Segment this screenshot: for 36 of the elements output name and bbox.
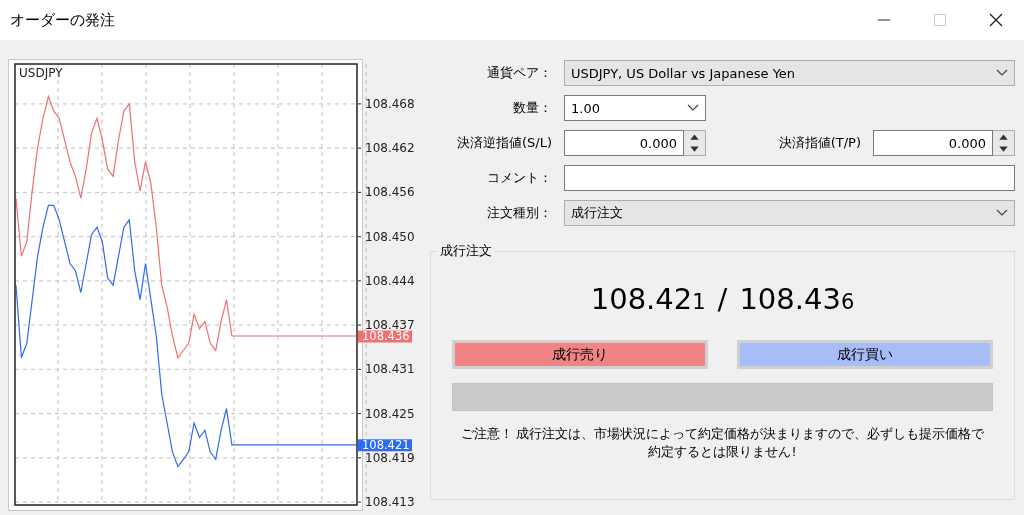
close-icon[interactable] (988, 12, 1004, 28)
number-field[interactable]: 0.000 (564, 130, 684, 156)
price-separator: / (717, 282, 728, 316)
chart-title: USDJPY (19, 66, 63, 80)
axis-tick-label: 108.431 (365, 362, 415, 377)
axis-tick-label: 108.456 (365, 185, 415, 200)
comment-field[interactable] (564, 165, 1015, 191)
field-label: コメント： (486, 169, 553, 187)
axis-tick-label: 108.468 (365, 96, 415, 111)
field-label: 決済指値(T/P) (777, 134, 862, 152)
price-tag-label: 108.436 (362, 329, 410, 343)
chevron-down-icon (996, 209, 1008, 217)
warning-text: ご注意！ 成行注文は、市場状況によって約定価格が決まりますので、必ずしも提示価格で約定するとは限りません! (459, 425, 986, 461)
axis-tick-label: 108.444 (365, 273, 415, 288)
window-title: オーダーの発注 (9, 10, 116, 30)
group-title: 成行注文 (439, 242, 493, 260)
axis-tick-label: 108.462 (365, 141, 415, 156)
chevron-down-icon (996, 69, 1008, 77)
dropdown-field[interactable]: 1.00 (564, 95, 706, 121)
field-label: 数量： (512, 99, 553, 117)
ask-price: 108.436 (739, 282, 855, 316)
field-label: 注文種別： (486, 204, 553, 222)
buy-button[interactable]: 成行買い (737, 340, 993, 369)
sell-button[interactable]: 成行売り (452, 340, 708, 369)
axis-tick-label: 108.450 (365, 229, 415, 244)
axis-tick-label: 108.419 (365, 450, 415, 465)
price-tag-label: 108.421 (362, 437, 410, 452)
field-label: 通貨ペア： (486, 64, 553, 82)
bid-price: 108.421 (590, 282, 706, 316)
axis-tick-label: 108.413 (365, 495, 415, 510)
field-label: 決済逆指値(S/L) (455, 134, 553, 152)
spinner-arrows[interactable] (993, 130, 1015, 156)
spinner-arrows[interactable] (684, 130, 706, 156)
number-field[interactable]: 0.000 (873, 130, 993, 156)
axis-tick-label: 108.425 (365, 406, 415, 421)
chevron-down-icon (687, 104, 699, 112)
